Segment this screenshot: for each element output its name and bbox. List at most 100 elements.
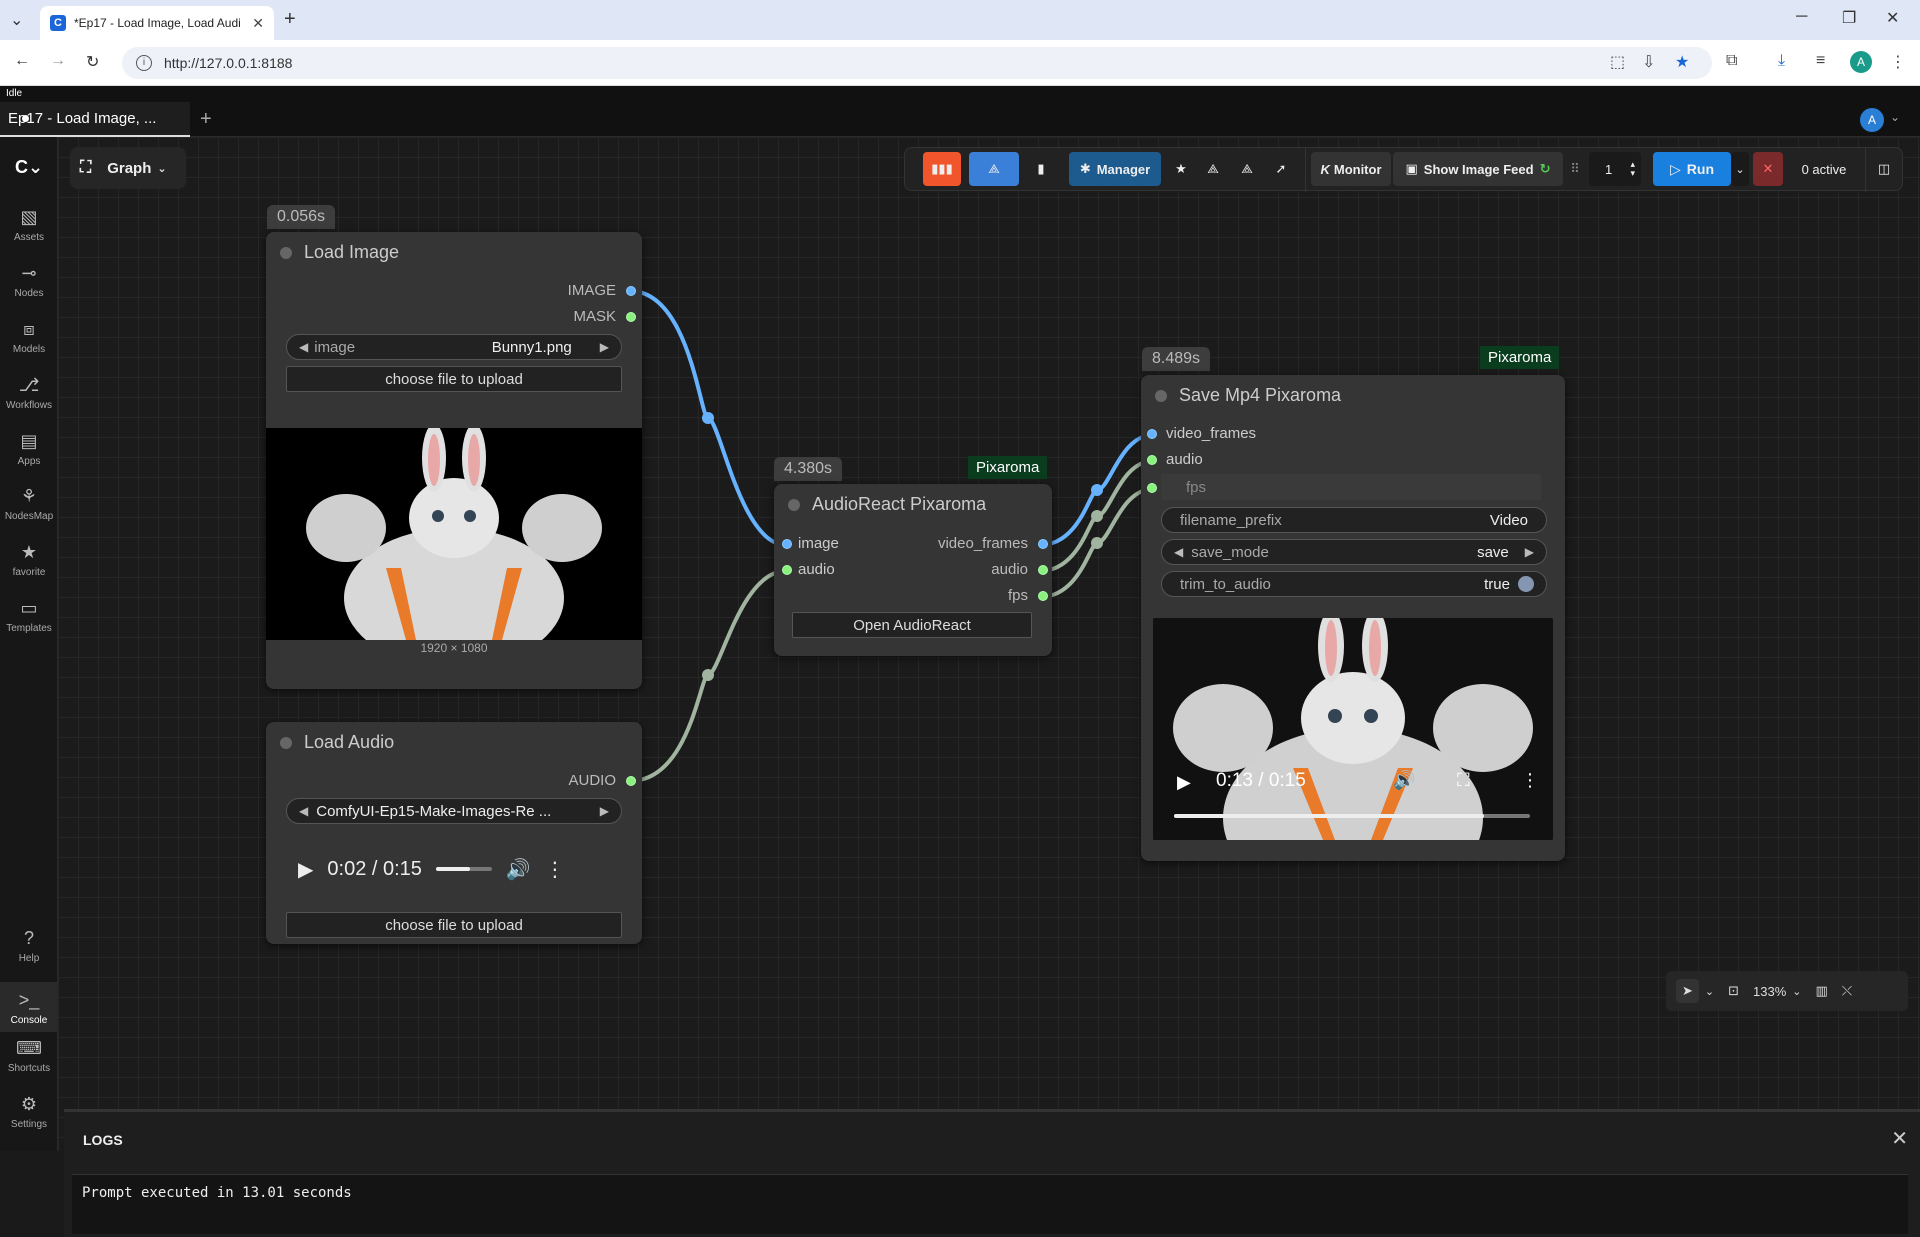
input-image-slot[interactable]: [782, 539, 792, 549]
sidebar-item-console[interactable]: >_ Console: [0, 982, 58, 1032]
graph-selector[interactable]: ⛶ Graph ⌄: [70, 147, 186, 189]
run-options-chevron-icon[interactable]: ⌄: [1731, 152, 1749, 186]
bookmark-icon[interactable]: ▮: [1027, 152, 1055, 186]
cancel-button[interactable]: ✕: [1753, 152, 1783, 186]
window-close-button[interactable]: ✕: [1886, 8, 1899, 28]
forward-icon[interactable]: →: [50, 52, 66, 70]
extensions-icon[interactable]: ⧉: [1726, 52, 1737, 70]
sidebar-item-shortcuts[interactable]: ⌨ Shortcuts: [0, 1038, 58, 1074]
output-audio-slot[interactable]: [1038, 565, 1048, 575]
zoom-level[interactable]: 133%: [1753, 984, 1786, 999]
node-title[interactable]: Save Mp4 Pixaroma: [1141, 375, 1565, 415]
manager-button[interactable]: ✱ Manager: [1069, 152, 1161, 186]
run-button[interactable]: ▷ Run: [1653, 152, 1731, 186]
sidebar-item-favorite[interactable]: ★ favorite: [0, 542, 58, 578]
sidebar-item-nodes[interactable]: ⊸ Nodes: [0, 263, 58, 299]
address-bar[interactable]: i http://127.0.0.1:8188: [122, 47, 1712, 79]
right-arrow-icon[interactable]: ▶: [1525, 545, 1534, 559]
audio-combo-widget[interactable]: ◀ ComfyUI-Ep15-Make-Images-Re ... ▶: [286, 798, 622, 824]
monitor-button[interactable]: K Monitor: [1311, 152, 1391, 186]
play-icon[interactable]: ▶: [1177, 772, 1191, 793]
close-icon[interactable]: ✕: [252, 15, 264, 32]
triangle-a-icon[interactable]: ⟁: [1199, 152, 1227, 186]
audio-plugin-button[interactable]: ▮▮▮: [923, 152, 961, 186]
site-info-icon[interactable]: i: [136, 55, 152, 71]
node-title[interactable]: AudioReact Pixaroma: [774, 484, 1052, 524]
trim-to-audio-toggle[interactable]: trim_to_audio true: [1161, 571, 1547, 597]
drag-handle-icon[interactable]: ⠿: [1565, 152, 1585, 186]
sidebar-item-assets[interactable]: ▧ Assets: [0, 207, 58, 243]
new-workflow-button[interactable]: +: [200, 108, 212, 131]
node-title[interactable]: Load Audio: [266, 722, 642, 762]
save-mp4-node[interactable]: Save Mp4 Pixaroma video_frames audio fps…: [1141, 375, 1565, 861]
back-icon[interactable]: ←: [14, 52, 30, 70]
more-icon[interactable]: ⋮: [545, 857, 565, 882]
input-fps-slot[interactable]: [1147, 483, 1157, 493]
more-icon[interactable]: ⋮: [1521, 770, 1539, 791]
sidebar-item-nodesmap[interactable]: ⚘ NodesMap: [0, 486, 58, 522]
share-icon[interactable]: ➚: [1267, 152, 1295, 186]
volume-icon[interactable]: 🔊: [1393, 770, 1415, 791]
image-feed-button[interactable]: ▣ Show Image Feed ↻: [1393, 152, 1563, 186]
output-audio-slot[interactable]: [626, 776, 636, 786]
upload-button[interactable]: choose file to upload: [286, 366, 622, 392]
play-icon[interactable]: ▶: [298, 857, 313, 882]
sidebar-item-models[interactable]: ⧈ Models: [0, 319, 58, 355]
load-image-node[interactable]: Load Image IMAGE MASK ◀ image Bunny1.png…: [266, 232, 642, 689]
hide-links-icon[interactable]: ⤬: [1842, 983, 1852, 999]
media-controls-icon[interactable]: ≡: [1816, 52, 1825, 70]
user-avatar[interactable]: A: [1860, 108, 1884, 132]
minimap-icon[interactable]: ▥: [1816, 983, 1828, 999]
load-audio-node[interactable]: Load Audio AUDIO ◀ ComfyUI-Ep15-Make-Ima…: [266, 722, 642, 944]
volume-icon[interactable]: 🔊: [506, 857, 531, 882]
sidebar-item-templates[interactable]: ▭ Templates: [0, 598, 58, 634]
browser-tab[interactable]: C *Ep17 - Load Image, Load Audi ✕: [40, 6, 274, 40]
pixaroma-button[interactable]: ⟁: [969, 152, 1019, 186]
upload-button[interactable]: choose file to upload: [286, 912, 622, 938]
input-audio-slot[interactable]: [782, 565, 792, 575]
open-audioreact-button[interactable]: Open AudioReact: [792, 612, 1032, 638]
bookmark-star-icon[interactable]: ★: [1675, 52, 1689, 72]
video-progress-bar[interactable]: [1174, 814, 1530, 818]
fit-view-icon[interactable]: ⊡: [1728, 983, 1739, 999]
input-audio-slot[interactable]: [1147, 455, 1157, 465]
right-arrow-icon[interactable]: ▶: [600, 340, 609, 354]
comfy-logo-icon[interactable]: C⌄: [0, 157, 58, 178]
sidebar-item-help[interactable]: ? Help: [0, 928, 58, 964]
minimize-button[interactable]: ─: [1796, 8, 1807, 26]
triangle-b-icon[interactable]: ⟁: [1233, 152, 1261, 186]
sidebar-item-settings[interactable]: ⚙ Settings: [0, 1094, 58, 1130]
browser-menu-icon[interactable]: ⋮: [1890, 52, 1906, 72]
sidebar-toggle-icon[interactable]: ⬚: [1610, 52, 1625, 72]
queue-count-input[interactable]: 1 ▴ ▾: [1589, 152, 1641, 186]
select-tool-icon[interactable]: ➤: [1676, 979, 1699, 1003]
toggle-panel-icon[interactable]: ◫: [1869, 152, 1899, 186]
audioreact-node[interactable]: AudioReact Pixaroma image audio video_fr…: [774, 484, 1052, 656]
output-video-frames-slot[interactable]: [1038, 539, 1048, 549]
save-mode-widget[interactable]: ◀ save_mode save ▶: [1161, 539, 1547, 565]
fps-input-row[interactable]: [1161, 474, 1541, 500]
left-arrow-icon[interactable]: ◀: [299, 804, 308, 818]
left-arrow-icon[interactable]: ◀: [299, 340, 308, 354]
sidebar-item-workflows[interactable]: ⎇ Workflows: [0, 375, 58, 411]
fullscreen-icon[interactable]: ⛶: [1457, 770, 1470, 791]
node-title[interactable]: Load Image: [266, 232, 642, 272]
left-arrow-icon[interactable]: ◀: [1174, 545, 1183, 559]
star-icon[interactable]: ★: [1167, 152, 1195, 186]
output-fps-slot[interactable]: [1038, 591, 1048, 601]
active-queue-button[interactable]: 0 active: [1789, 152, 1859, 186]
reload-icon[interactable]: ↻: [86, 52, 99, 72]
install-app-icon[interactable]: ⇩: [1642, 52, 1655, 72]
input-video-frames-slot[interactable]: [1147, 429, 1157, 439]
chevron-down-icon[interactable]: ⌄: [1792, 985, 1801, 998]
workflow-tab[interactable]: Ep17 - Load Image, ...: [0, 102, 190, 137]
downloads-icon[interactable]: ⤓: [1778, 52, 1785, 70]
chevron-down-icon[interactable]: ⌄: [1705, 985, 1714, 998]
right-arrow-icon[interactable]: ▶: [600, 804, 609, 818]
filename-prefix-widget[interactable]: filename_prefix Video: [1161, 507, 1547, 533]
close-icon[interactable]: ✕: [1891, 1126, 1908, 1151]
sidebar-item-apps[interactable]: ▤ Apps: [0, 431, 58, 467]
image-combo-widget[interactable]: ◀ image Bunny1.png ▶: [286, 334, 622, 360]
browser-profile-avatar[interactable]: A: [1850, 51, 1872, 73]
chevron-down-icon[interactable]: ⌄: [1890, 110, 1900, 124]
